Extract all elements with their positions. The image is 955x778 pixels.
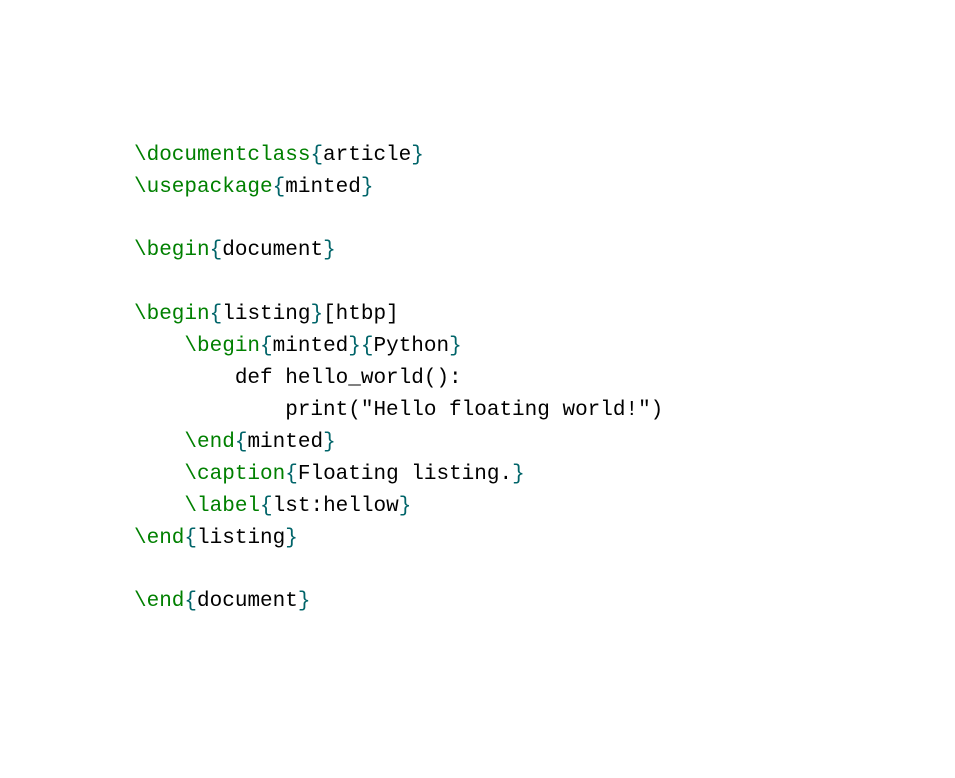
code-token: [htbp] [323, 303, 399, 326]
code-token: } [411, 144, 424, 167]
code-line: \usepackage{minted} [134, 172, 955, 204]
code-token: } [310, 303, 323, 326]
code-line [134, 267, 955, 299]
code-token: \end [134, 590, 184, 613]
code-line: \documentclass{article} [134, 140, 955, 172]
code-token: { [310, 144, 323, 167]
code-token: \begin [134, 303, 210, 326]
code-token: document [222, 239, 323, 262]
code-line: \label{lst:hellow} [134, 491, 955, 523]
code-token: { [285, 463, 298, 486]
code-token: { [260, 495, 273, 518]
code-token: \documentclass [134, 144, 310, 167]
code-line: \begin{minted}{Python} [134, 331, 955, 363]
code-token: listing [222, 303, 310, 326]
code-line: print("Hello floating world!") [134, 395, 955, 427]
code-token: } [323, 431, 336, 454]
code-token: \caption [184, 463, 285, 486]
code-token: { [210, 239, 223, 262]
code-token: } [323, 239, 336, 262]
code-token: minted [247, 431, 323, 454]
code-token: { [184, 527, 197, 550]
latex-code-block: \documentclass{article}\usepackage{minte… [134, 140, 955, 619]
code-token: { [260, 335, 273, 358]
code-token: } [285, 527, 298, 550]
code-line [134, 203, 955, 235]
code-token: } [399, 495, 412, 518]
code-line: \begin{document} [134, 235, 955, 267]
code-token: listing [197, 527, 285, 550]
code-token [134, 431, 184, 454]
code-token: print("Hello floating world!") [134, 399, 663, 422]
code-token: Floating listing. [298, 463, 512, 486]
code-token: Python [374, 335, 450, 358]
code-line [134, 554, 955, 586]
code-token: \usepackage [134, 176, 273, 199]
code-line: \begin{listing}[htbp] [134, 299, 955, 331]
code-token: \begin [134, 239, 210, 262]
code-token: } [512, 463, 525, 486]
code-token: } [449, 335, 462, 358]
code-token: { [184, 590, 197, 613]
code-token: { [235, 431, 248, 454]
code-token: } [298, 590, 311, 613]
code-token: article [323, 144, 411, 167]
code-token: \end [134, 527, 184, 550]
code-token: { [210, 303, 223, 326]
code-token: minted [273, 335, 349, 358]
code-line: \end{minted} [134, 427, 955, 459]
code-token: } [361, 176, 374, 199]
code-token: \label [184, 495, 260, 518]
code-token [134, 463, 184, 486]
code-token: }{ [348, 335, 373, 358]
code-token: def hello_world(): [134, 367, 462, 390]
code-token [134, 495, 184, 518]
code-line: \end{document} [134, 586, 955, 618]
code-token: minted [285, 176, 361, 199]
code-token: \end [184, 431, 234, 454]
code-token: { [273, 176, 286, 199]
code-token: \begin [184, 335, 260, 358]
code-line: \end{listing} [134, 523, 955, 555]
code-token: lst:hellow [273, 495, 399, 518]
code-token: document [197, 590, 298, 613]
code-token [134, 335, 184, 358]
code-line: \caption{Floating listing.} [134, 459, 955, 491]
code-line: def hello_world(): [134, 363, 955, 395]
